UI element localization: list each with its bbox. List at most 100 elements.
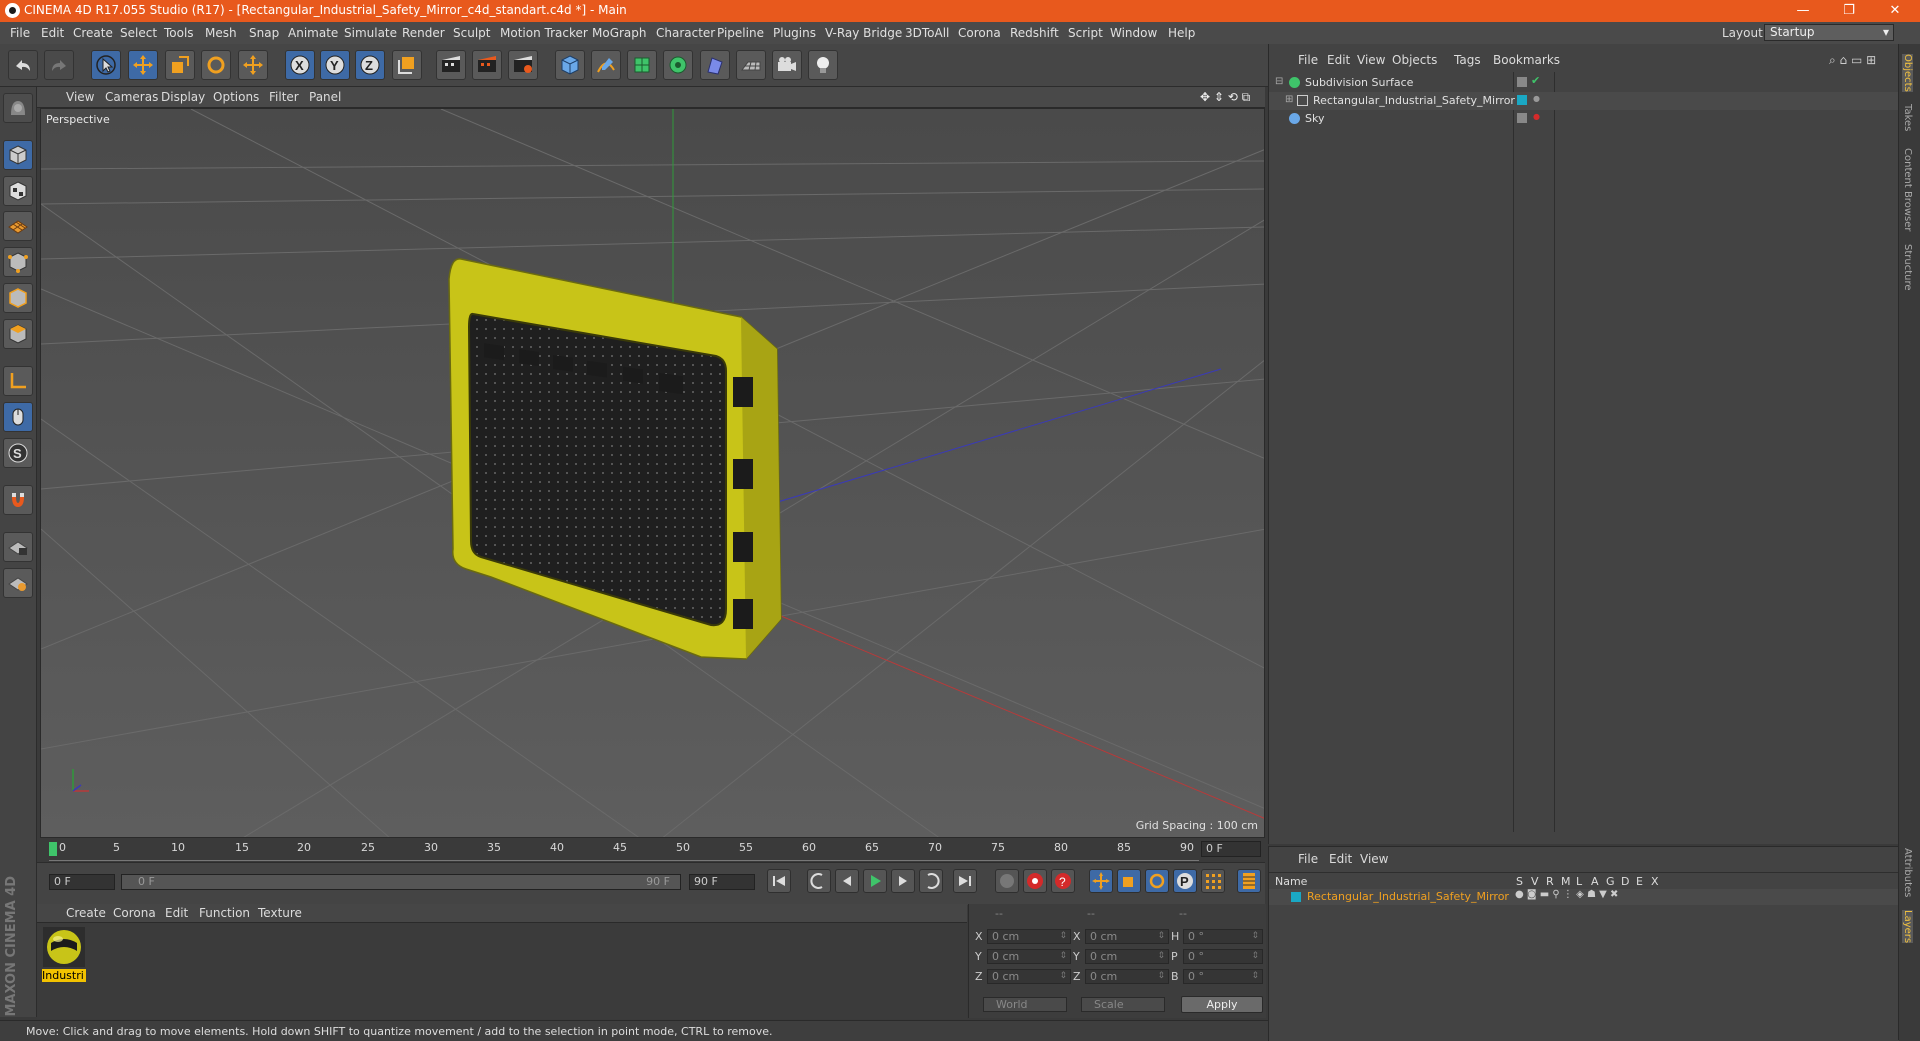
model-mode-button[interactable] <box>3 140 33 170</box>
coord-size-x-field[interactable]: 0 cm <box>1085 929 1169 944</box>
texture-mode-button[interactable] <box>3 176 33 206</box>
key-position-button[interactable] <box>1089 869 1113 893</box>
live-selection-button[interactable] <box>91 50 121 80</box>
coord-rot-h-field[interactable]: 0 ° <box>1183 929 1263 944</box>
viewport-menu-display[interactable]: Display <box>161 90 205 104</box>
object-row-subdivision-surface[interactable]: ⊟ Subdivision Surface ✔ <box>1269 74 1899 92</box>
record-keys-button[interactable] <box>995 869 1019 893</box>
object-name[interactable]: Subdivision Surface <box>1305 76 1413 89</box>
camera-object-button[interactable] <box>772 50 802 80</box>
playhead-marker[interactable] <box>49 842 57 856</box>
end-frame-field[interactable]: 90 F <box>689 874 755 890</box>
magnet-tool-button[interactable] <box>3 485 33 515</box>
current-frame-field[interactable]: 0 F <box>1201 841 1261 857</box>
redo-button[interactable] <box>44 50 74 80</box>
menu-mograph[interactable]: MoGraph <box>592 26 647 40</box>
tweak-mode-button[interactable] <box>3 402 33 432</box>
viewport-menu-view[interactable]: View <box>66 90 94 104</box>
material-menu-edit[interactable]: Edit <box>165 906 188 920</box>
coord-mode-dropdown[interactable]: Scale <box>1081 997 1165 1012</box>
object-menu-objects[interactable]: Objects <box>1392 53 1437 67</box>
object-row-safety-mirror[interactable]: ⊞ Rectangular_Industrial_Safety_Mirror ● <box>1269 92 1899 110</box>
viewport-menu-filter[interactable]: Filter <box>269 90 299 104</box>
layer-name[interactable]: Rectangular_Industrial_Safety_Mirror <box>1307 890 1509 903</box>
points-mode-button[interactable] <box>3 247 33 277</box>
coord-size-z-field[interactable]: 0 cm <box>1085 969 1169 984</box>
make-editable-button[interactable] <box>3 93 33 123</box>
layout-select[interactable]: Startup <box>1764 24 1894 41</box>
menu-file[interactable]: File <box>10 26 30 40</box>
coord-rot-b-field[interactable]: 0 ° <box>1183 969 1263 984</box>
layer-menu-view[interactable]: View <box>1360 852 1388 866</box>
visibility-dots-icon[interactable]: ● <box>1533 112 1540 121</box>
x-axis-lock-button[interactable]: X <box>285 50 315 80</box>
viewport-menu-options[interactable]: Options <box>213 90 259 104</box>
snap-toggle-button[interactable]: S <box>3 438 33 468</box>
next-frame-button[interactable] <box>891 869 915 893</box>
menu-edit[interactable]: Edit <box>41 26 64 40</box>
menu-help[interactable]: Help <box>1168 26 1195 40</box>
close-button[interactable]: ✕ <box>1872 0 1918 22</box>
layer-toggle-icons[interactable]: ● ◙ ▬ ⚲ ⋮ ◈ ☗ ▼ ✖ <box>1515 889 1618 900</box>
viewport-menu-panel[interactable]: Panel <box>309 90 341 104</box>
previous-frame-button[interactable] <box>835 869 859 893</box>
lock-workplane-button[interactable] <box>3 532 33 562</box>
last-tool-move-button[interactable] <box>238 50 268 80</box>
render-view-button[interactable] <box>436 50 466 80</box>
rotate-tool-button[interactable] <box>201 50 231 80</box>
menu-corona[interactable]: Corona <box>958 26 1001 40</box>
timeline-window-button[interactable] <box>1237 869 1261 893</box>
object-manager-search-icon[interactable]: ⌕ ⌂ ▭ ⊞ <box>1829 53 1876 68</box>
menu-pipeline[interactable]: Pipeline <box>717 26 764 40</box>
coordinate-system-button[interactable] <box>392 50 422 80</box>
viewport-navigation-icons[interactable]: ✥ ⇕ ⟲ ⧉ <box>1200 90 1250 105</box>
menu-motion-tracker[interactable]: Motion Tracker <box>500 26 588 40</box>
layer-menu-edit[interactable]: Edit <box>1329 852 1352 866</box>
object-name[interactable]: Rectangular_Industrial_Safety_Mirror <box>1313 94 1515 107</box>
render-settings-button[interactable] <box>508 50 538 80</box>
menu-sculpt[interactable]: Sculpt <box>453 26 490 40</box>
layer-tag-icon[interactable] <box>1517 113 1527 123</box>
object-name[interactable]: Sky <box>1305 112 1324 125</box>
maximize-button[interactable]: ❐ <box>1826 0 1872 22</box>
polygons-mode-button[interactable] <box>3 319 33 349</box>
tab-layers[interactable]: Layers <box>1902 910 1913 944</box>
apply-button[interactable]: Apply <box>1181 996 1263 1013</box>
coord-rot-p-field[interactable]: 0 ° <box>1183 949 1263 964</box>
object-menu-bookmarks[interactable]: Bookmarks <box>1493 53 1560 67</box>
z-axis-lock-button[interactable]: Z <box>355 50 385 80</box>
move-tool-button[interactable] <box>128 50 158 80</box>
material-menu-texture[interactable]: Texture <box>258 906 302 920</box>
material-name-label[interactable]: Industri <box>42 969 86 982</box>
material-thumbnail[interactable] <box>43 927 85 967</box>
menu-plugins[interactable]: Plugins <box>773 26 816 40</box>
coord-pos-z-field[interactable]: 0 cm <box>987 969 1071 984</box>
previous-key-button[interactable] <box>807 869 831 893</box>
spline-pen-button[interactable] <box>591 50 621 80</box>
layer-menu-file[interactable]: File <box>1298 852 1318 866</box>
visibility-dots-icon[interactable]: ● <box>1533 94 1540 103</box>
material-menu-corona[interactable]: Corona <box>113 906 156 920</box>
autokeying-button[interactable] <box>1023 869 1047 893</box>
key-point-level-button[interactable] <box>1201 869 1225 893</box>
workplane-mode-button[interactable] <box>3 211 33 241</box>
timeline-ruler[interactable]: 0 5 10 15 20 25 30 35 40 45 50 55 60 65 … <box>37 838 1265 862</box>
menu-simulate[interactable]: Simulate <box>344 26 397 40</box>
menu-script[interactable]: Script <box>1068 26 1103 40</box>
menu-3dtoall[interactable]: 3DToAll <box>905 26 949 40</box>
axis-mode-button[interactable] <box>3 366 33 396</box>
menu-vray-bridge[interactable]: V-Ray Bridge <box>825 26 902 40</box>
frame-range-slider[interactable]: 0 F 90 F <box>121 874 681 890</box>
material-menu-create[interactable]: Create <box>66 906 106 920</box>
viewport-menu-cameras[interactable]: Cameras <box>105 90 158 104</box>
menu-select[interactable]: Select <box>120 26 157 40</box>
menu-render[interactable]: Render <box>402 26 445 40</box>
play-button[interactable] <box>863 869 887 893</box>
floor-object-button[interactable] <box>736 50 766 80</box>
go-to-end-button[interactable] <box>953 869 977 893</box>
go-to-start-button[interactable] <box>767 869 791 893</box>
menu-mesh[interactable]: Mesh <box>205 26 237 40</box>
layer-tag-icon[interactable] <box>1517 77 1527 87</box>
material-menu-function[interactable]: Function <box>199 906 250 920</box>
object-row-sky[interactable]: Sky ● <box>1269 110 1899 128</box>
